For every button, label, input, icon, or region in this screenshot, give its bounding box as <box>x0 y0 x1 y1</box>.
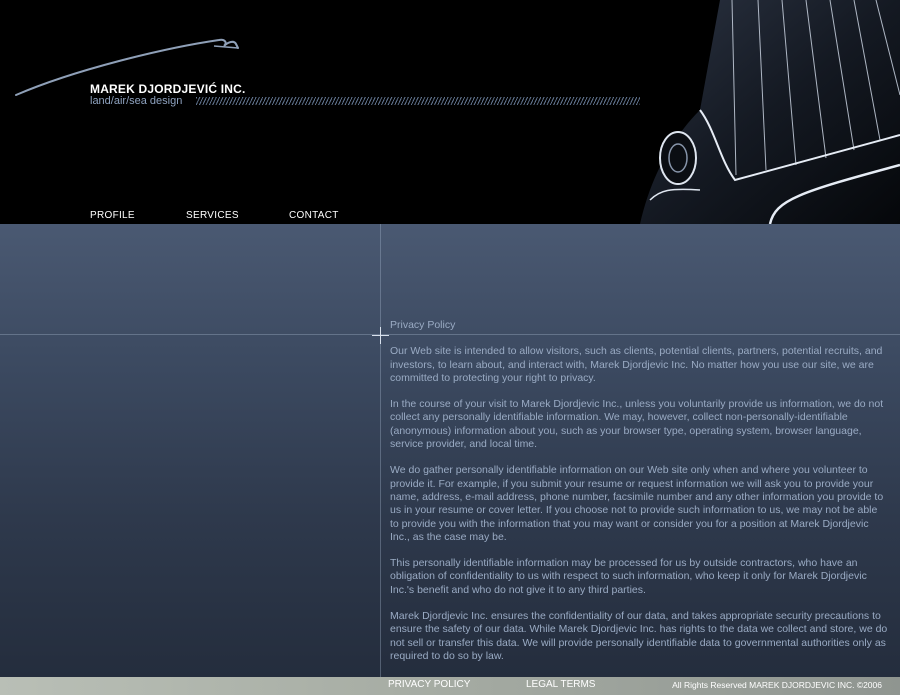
site-footer: PRIVACY POLICY LEGAL TERMS All Rights Re… <box>0 677 900 695</box>
legal-terms-link[interactable]: LEGAL TERMS <box>526 679 595 690</box>
privacy-paragraph: Marek Djordjevic Inc. ensures the confid… <box>390 610 888 662</box>
privacy-paragraph: In the course of your visit to Marek Djo… <box>390 398 884 451</box>
car-detail-image <box>640 0 900 224</box>
guide-line-vertical <box>380 224 381 677</box>
page-title: Privacy Policy <box>390 319 456 331</box>
privacy-paragraph: This personally identifiable information… <box>390 557 867 596</box>
brand-tagline: land/air/sea design <box>90 95 183 107</box>
privacy-policy-content: Privacy Policy Our Web site is intended … <box>390 319 888 676</box>
nav-item-profile[interactable]: PROFILE <box>90 210 135 221</box>
brand-name: MAREK DJORDJEVIĆ INC. <box>90 82 246 96</box>
main-content-area: Privacy Policy Our Web site is intended … <box>0 224 900 677</box>
crosshair-icon <box>372 327 389 344</box>
privacy-paragraph: Our Web site is intended to allow visito… <box>390 345 883 384</box>
nav-item-services[interactable]: SERVICES <box>186 210 239 221</box>
privacy-policy-link[interactable]: PRIVACY POLICY <box>388 679 470 690</box>
site-header: MAREK DJORDJEVIĆ INC. land/air/sea desig… <box>0 0 900 224</box>
privacy-paragraph: We do gather personally identifiable inf… <box>390 464 884 543</box>
copyright-notice: All Rights Reserved MAREK DJORDJEVIC INC… <box>672 680 882 690</box>
nav-item-contact[interactable]: CONTACT <box>289 210 339 221</box>
